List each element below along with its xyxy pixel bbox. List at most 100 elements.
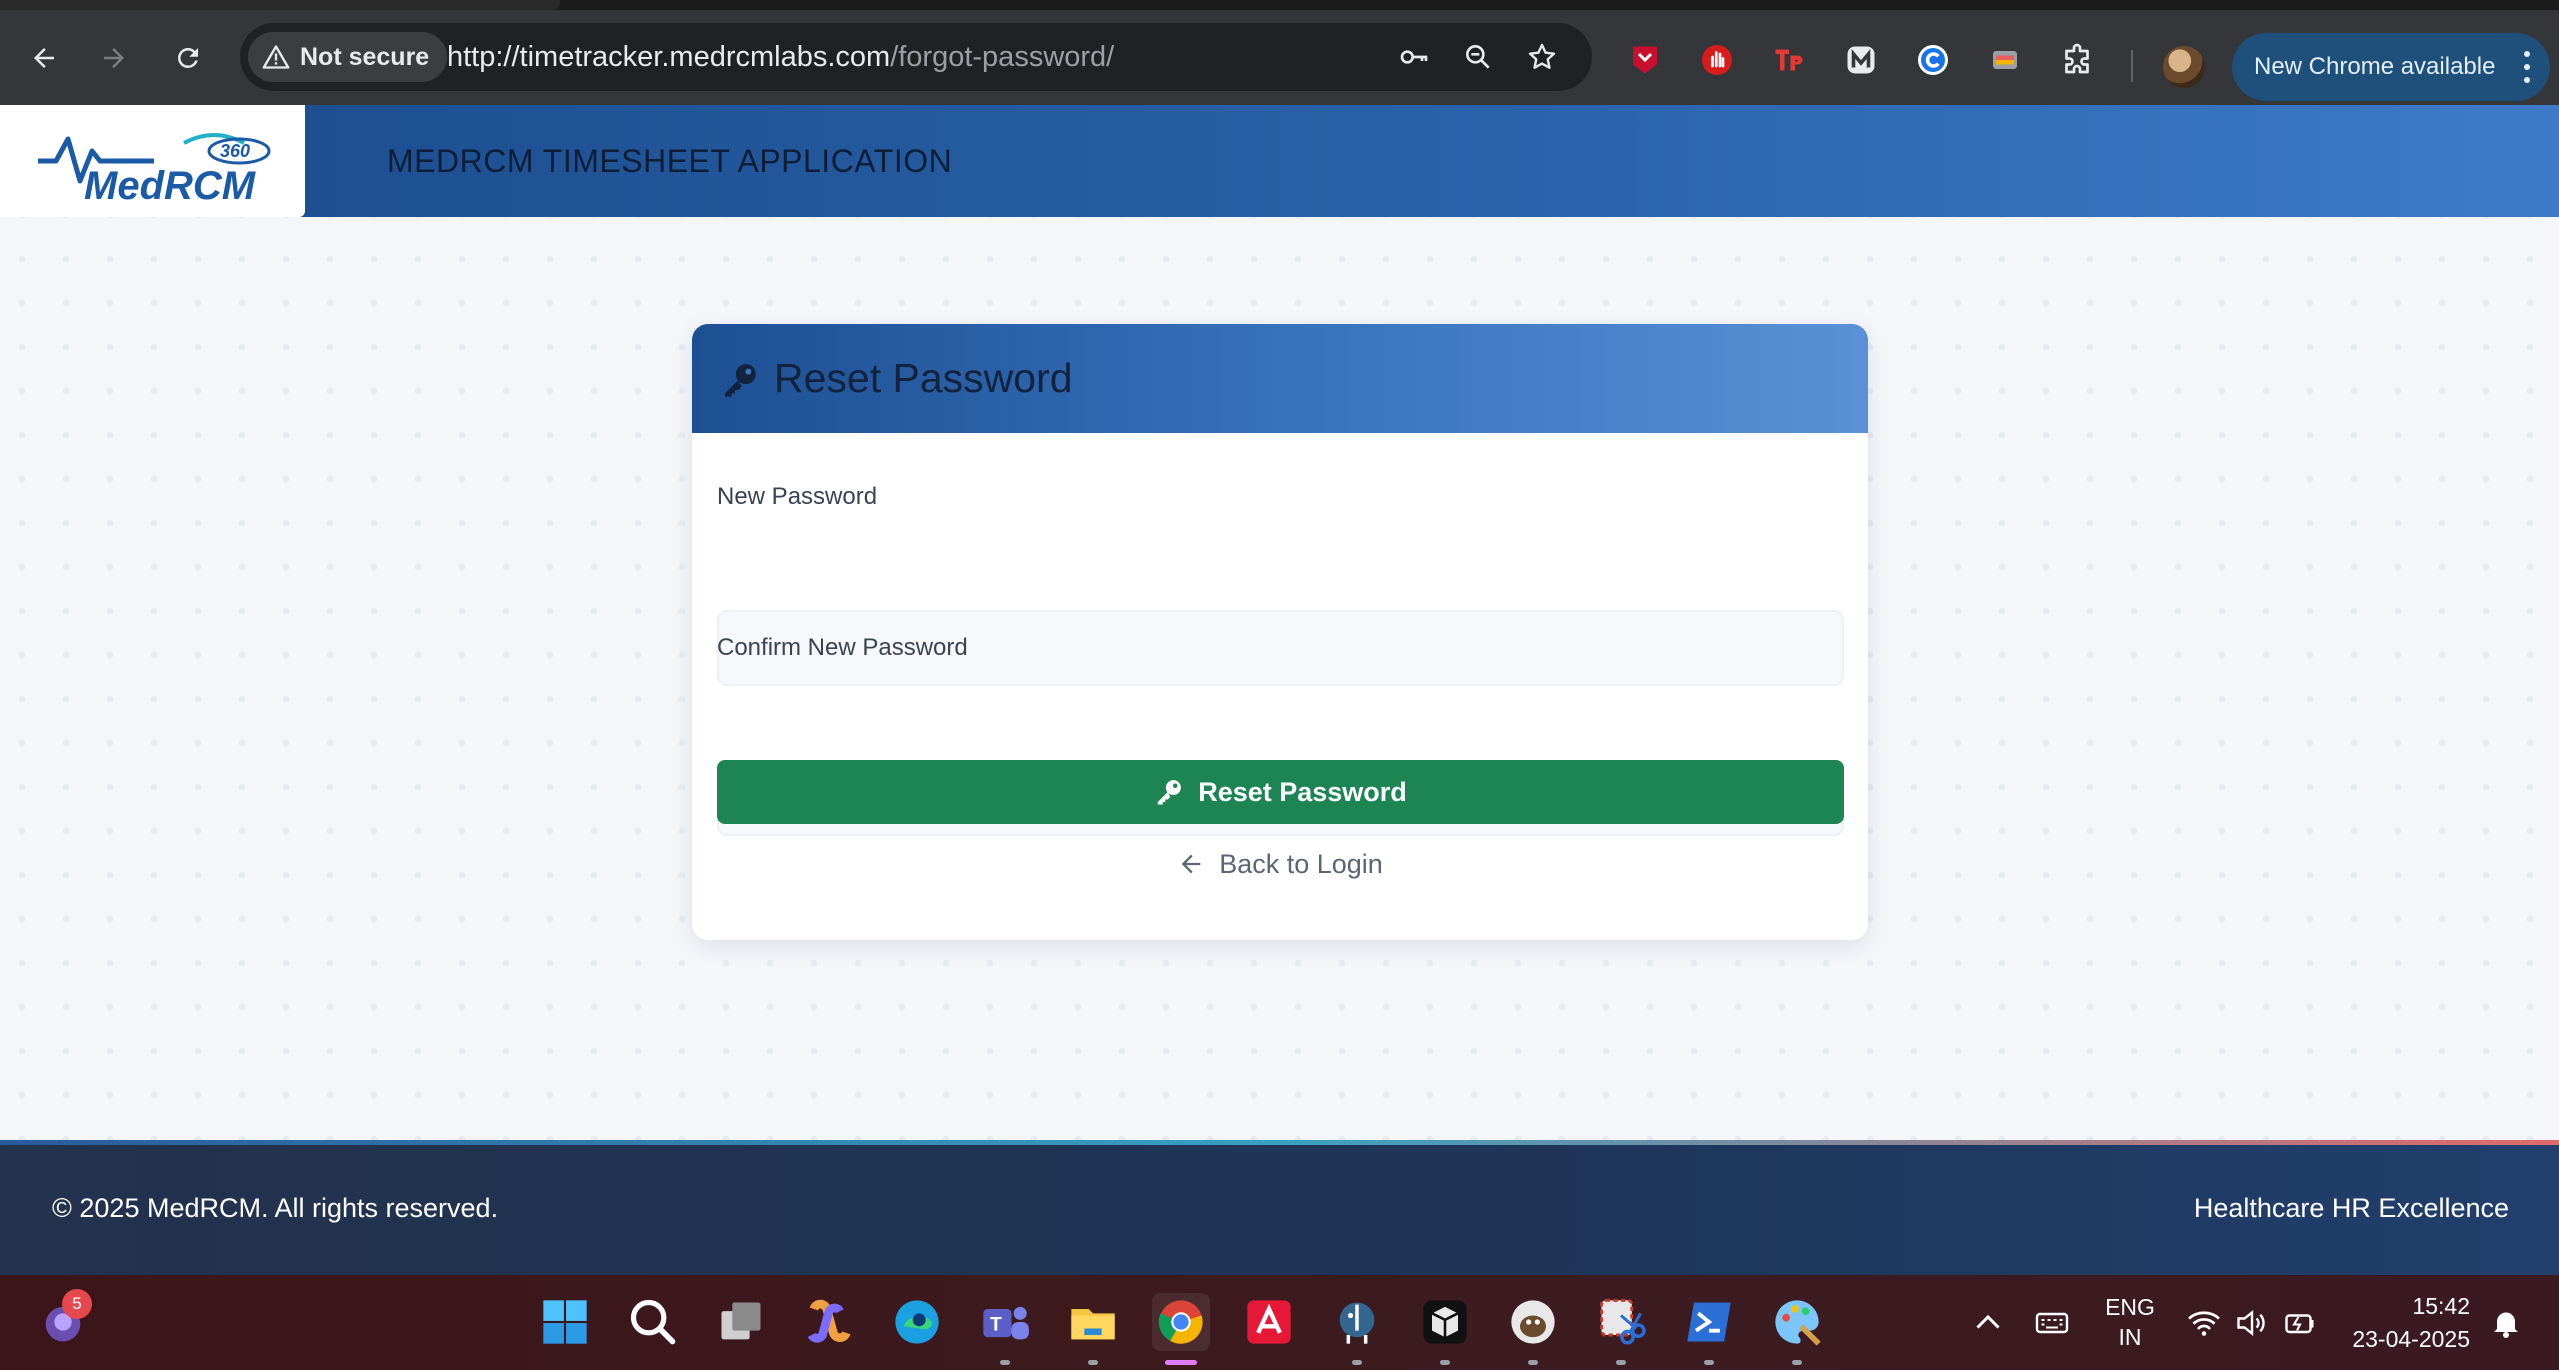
taskbar-powershell[interactable] xyxy=(1680,1293,1738,1365)
logo[interactable]: 360 MedRCM xyxy=(0,105,305,217)
taskbar-task-view[interactable] xyxy=(712,1293,770,1351)
running-indicator xyxy=(1440,1360,1450,1365)
task-view-icon xyxy=(721,1302,761,1340)
copilot-icon xyxy=(807,1299,851,1343)
extension-c[interactable] xyxy=(1913,40,1953,80)
more-menu-icon[interactable] xyxy=(2524,51,2530,83)
extension-blocker[interactable] xyxy=(1697,40,1737,80)
warning-icon xyxy=(262,45,290,69)
arrow-left-icon xyxy=(1181,854,1201,874)
running-indicator xyxy=(1704,1360,1714,1365)
reset-password-button[interactable]: Reset Password xyxy=(717,760,1844,824)
notifications-button[interactable] xyxy=(2488,1305,2524,1341)
folder-icon xyxy=(1071,1309,1115,1340)
taskbar-edge[interactable] xyxy=(888,1293,946,1351)
browser-toolbar: Not secure http://timetracker.medrcmlabs… xyxy=(0,10,2559,105)
show-hidden-icons-button[interactable] xyxy=(1970,1305,2006,1341)
language-code: ENG xyxy=(2105,1294,2155,1320)
windows-taskbar: T xyxy=(0,1275,2559,1370)
puzzle-icon xyxy=(2065,43,2089,74)
copyright-text: © 2025 MedRCM. All rights reserved. xyxy=(52,1193,499,1223)
new-password-label: New Password xyxy=(717,483,878,510)
battery-status[interactable] xyxy=(2282,1305,2318,1341)
url-path: /forgot-password/ xyxy=(890,41,1115,73)
taskbar-search[interactable] xyxy=(624,1293,682,1351)
acrobat-icon xyxy=(1247,1300,1291,1344)
toolbar-divider xyxy=(2131,50,2133,82)
paint-palette-icon xyxy=(1775,1300,1821,1346)
taskbar-acrobat[interactable] xyxy=(1240,1293,1298,1351)
zoom-out-icon xyxy=(1466,44,1490,69)
volume-status[interactable] xyxy=(2234,1305,2270,1341)
taskbar-dbeaver[interactable] xyxy=(1504,1293,1562,1365)
cast-icon xyxy=(1993,51,2017,69)
taskbar-paint[interactable] xyxy=(1768,1293,1826,1365)
wifi-status[interactable] xyxy=(2186,1305,2222,1341)
arrow-left-icon xyxy=(34,48,54,68)
url-host: http://timetracker.medrcmlabs.com xyxy=(447,41,891,73)
bookmark-button[interactable] xyxy=(1524,39,1560,75)
address-bar[interactable]: Not secure http://timetracker.medrcmlabs… xyxy=(240,23,1592,91)
c-extension-icon xyxy=(1918,45,1948,75)
search-icon xyxy=(630,1299,676,1345)
running-indicator xyxy=(1000,1360,1010,1365)
running-indicator xyxy=(1616,1360,1626,1365)
arrow-right-icon xyxy=(104,48,124,68)
taskbar-copilot[interactable] xyxy=(800,1293,858,1351)
forward-button[interactable] xyxy=(88,32,140,84)
active-tab[interactable] xyxy=(0,0,560,10)
taskbar-snipping-tool[interactable] xyxy=(1592,1293,1650,1365)
app-title: MEDRCM TIMESHEET APPLICATION xyxy=(387,143,953,179)
chevron-up-icon xyxy=(1976,1314,2000,1329)
edge-icon xyxy=(895,1300,939,1344)
security-chip[interactable]: Not secure xyxy=(248,32,448,82)
clock[interactable]: 15:42 23-04-2025 xyxy=(2340,1290,2470,1356)
running-indicator xyxy=(1088,1360,1098,1365)
page-footer: © 2025 MedRCM. All rights reserved. Heal… xyxy=(0,1145,2559,1275)
key-icon xyxy=(725,364,756,397)
new-chrome-available-button[interactable]: New Chrome available xyxy=(2232,33,2550,101)
key-icon xyxy=(1157,780,1182,805)
extensions-menu-button[interactable] xyxy=(2057,40,2097,80)
postgres-elephant-icon xyxy=(1339,1302,1375,1344)
key-icon xyxy=(1400,50,1428,64)
back-button[interactable] xyxy=(18,32,70,84)
security-label: Not secure xyxy=(300,42,430,71)
taskbar-chrome[interactable] xyxy=(1152,1293,1210,1365)
star-icon xyxy=(1528,43,1556,69)
extension-mcafee[interactable] xyxy=(1625,40,1665,80)
url-text[interactable]: http://timetracker.medrcmlabs.com/forgot… xyxy=(447,23,1114,91)
language-indicator[interactable]: ENG IN xyxy=(2100,1292,2160,1352)
extension-tp[interactable] xyxy=(1769,40,1809,80)
stop-hand-icon xyxy=(1702,45,1732,75)
extension-cast[interactable] xyxy=(1985,40,2025,80)
chrome-icon xyxy=(1158,1300,1203,1344)
extension-m[interactable] xyxy=(1841,40,1881,80)
notification-badge: 5 xyxy=(62,1289,92,1319)
clock-date: 23-04-2025 xyxy=(2352,1326,2470,1352)
teams-icon: T xyxy=(983,1306,1029,1340)
footer-tagline: Healthcare HR Excellence xyxy=(2193,1193,2509,1223)
card-header: Reset Password xyxy=(692,324,1868,433)
windows-start-icon xyxy=(543,1300,587,1344)
taskbar-start[interactable] xyxy=(536,1293,594,1351)
taskbar-teams[interactable]: T xyxy=(976,1293,1034,1365)
password-key-button[interactable] xyxy=(1396,39,1432,75)
mcafee-icon xyxy=(1633,46,1657,74)
reload-icon xyxy=(178,48,198,68)
zoom-button[interactable] xyxy=(1460,39,1496,75)
back-to-login-link[interactable]: Back to Login xyxy=(692,824,1868,904)
card-title: Reset Password xyxy=(774,355,1073,401)
reload-button[interactable] xyxy=(162,32,214,84)
reset-password-card: Reset Password New Password Confirm New … xyxy=(692,324,1868,940)
touch-keyboard-button[interactable] xyxy=(2034,1305,2070,1341)
taskbar-file-explorer[interactable] xyxy=(1064,1293,1122,1365)
region-code: IN xyxy=(2118,1324,2142,1350)
profile-avatar[interactable] xyxy=(2163,46,2205,88)
taskbar-postgres[interactable] xyxy=(1328,1293,1386,1365)
wifi-icon xyxy=(2188,1311,2220,1336)
reset-password-button-label: Reset Password xyxy=(1198,776,1407,807)
taskbar-app-box[interactable] xyxy=(1416,1293,1474,1365)
active-indicator xyxy=(1165,1360,1197,1365)
confirm-password-label: Confirm New Password xyxy=(717,634,968,661)
